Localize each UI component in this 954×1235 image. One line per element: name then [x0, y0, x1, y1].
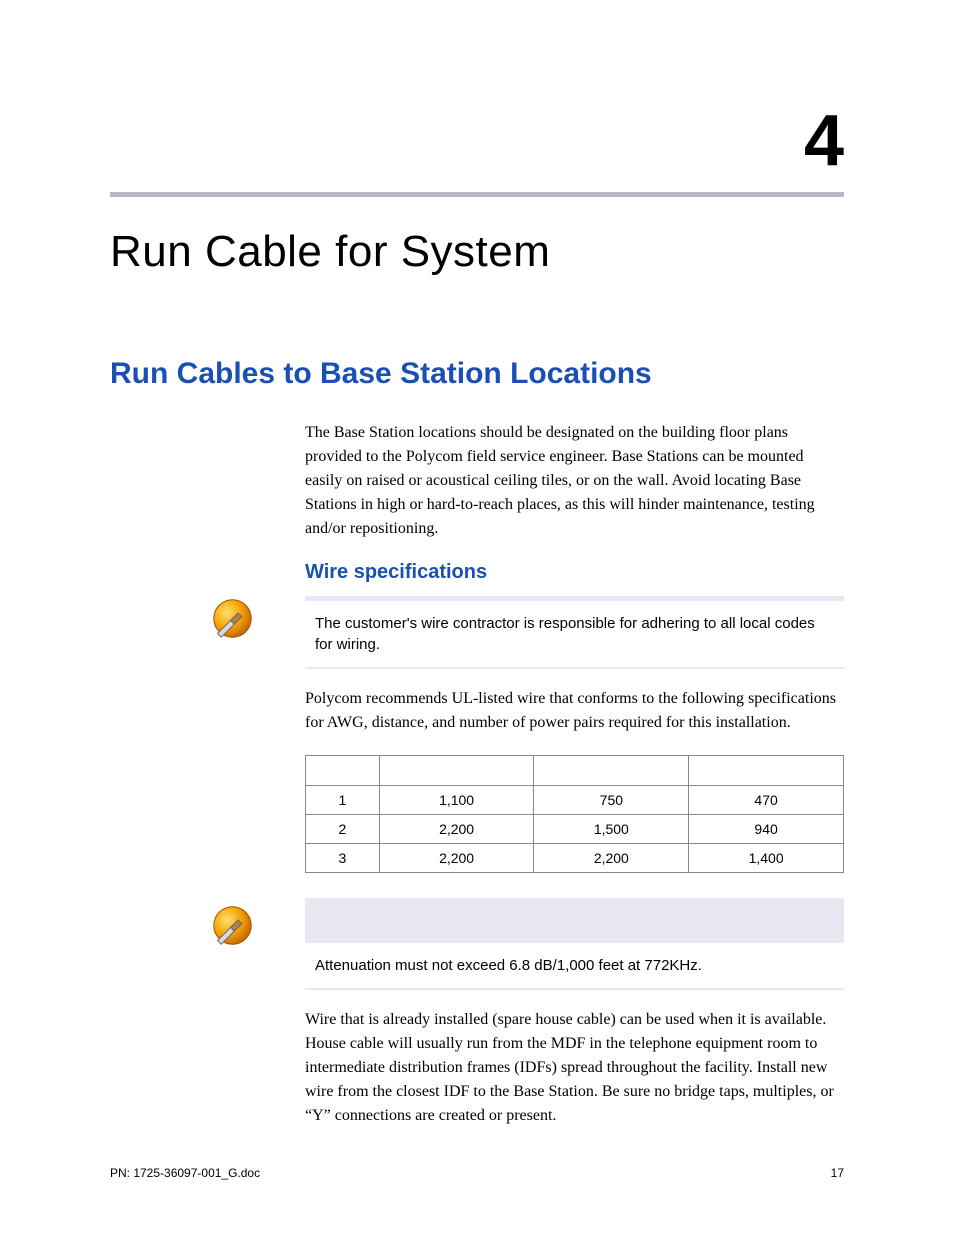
page-footer: PN: 1725-36097-001_G.doc 17	[110, 1166, 844, 1180]
note-box-1: The customer's wire contractor is respon…	[305, 596, 844, 669]
table-cell: 1,400	[689, 844, 844, 873]
chapter-number: 4	[110, 100, 844, 182]
table-header-cell	[379, 756, 534, 786]
section-title: Run Cables to Base Station Locations	[110, 357, 844, 391]
wire-spec-table: 1 1,100 750 470 2 2,200 1,500 940 3 2,20…	[305, 755, 844, 873]
table-header-cell	[306, 756, 380, 786]
table-row: 1 1,100 750 470	[306, 786, 844, 815]
chapter-title: Run Cable for System	[110, 227, 844, 277]
footer-page-number: 17	[831, 1166, 844, 1180]
table-header-row	[306, 756, 844, 786]
table-cell: 1	[306, 786, 380, 815]
table-header-cell	[534, 756, 689, 786]
table-cell: 2	[306, 815, 380, 844]
section-intro: The Base Station locations should be des…	[305, 421, 844, 541]
table-cell: 2,200	[379, 844, 534, 873]
table-row: 3 2,200 2,200 1,400	[306, 844, 844, 873]
footer-left: PN: 1725-36097-001_G.doc	[110, 1166, 260, 1180]
recommend-text: Polycom recommends UL-listed wire that c…	[305, 687, 844, 735]
note-row-1: The customer's wire contractor is respon…	[110, 596, 844, 669]
table-header-cell	[689, 756, 844, 786]
table-cell: 1,500	[534, 815, 689, 844]
closing-text: Wire that is already installed (spare ho…	[305, 1008, 844, 1128]
table-row: 2 2,200 1,500 940	[306, 815, 844, 844]
subsection-title: Wire specifications	[305, 561, 844, 584]
table-cell: 750	[534, 786, 689, 815]
note-row-2: Attenuation must not exceed 6.8 dB/1,000…	[110, 903, 844, 990]
table-cell: 470	[689, 786, 844, 815]
table-cell: 940	[689, 815, 844, 844]
ረ-icon	[210, 596, 255, 641]
chapter-rule	[110, 192, 844, 197]
table-cell: 2,200	[534, 844, 689, 873]
table-cell: 2,200	[379, 815, 534, 844]
pin-icon	[210, 903, 255, 948]
table-cell: 3	[306, 844, 380, 873]
note-box-2: Attenuation must not exceed 6.8 dB/1,000…	[305, 898, 844, 990]
table-cell: 1,100	[379, 786, 534, 815]
